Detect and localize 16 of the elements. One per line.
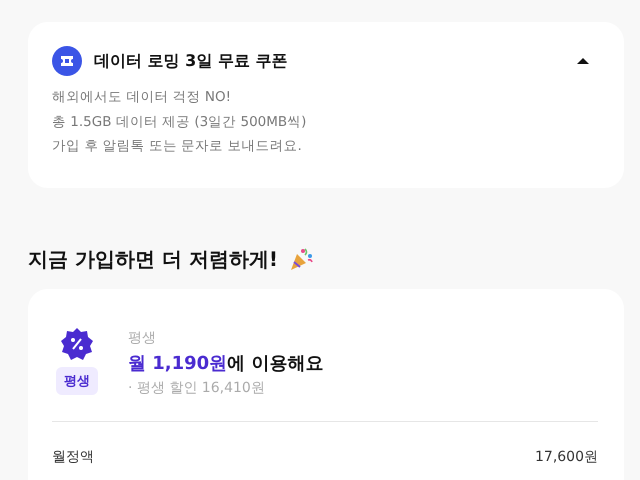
ticket-icon — [52, 46, 82, 76]
plan-label: 평생 — [128, 329, 157, 347]
fee-value: 17,600원 — [535, 448, 598, 466]
plan-tag: 평생 — [56, 367, 98, 395]
caret-icon — [576, 56, 590, 66]
coupon-description: 총 1.5GB 데이터 제공 (3일간 500MB씩) — [52, 112, 308, 132]
section-heading: 지금 가입하면 더 저렴하게! — [28, 246, 278, 272]
coupon-description: 가입 후 알림톡 또는 문자로 보내드려요. — [52, 137, 303, 156]
collapse-button[interactable] — [576, 56, 590, 66]
coupon-title: 데이터 로밍 3일 무료 쿠폰 — [94, 50, 288, 72]
fee-label: 월정액 — [52, 448, 94, 466]
monthly-price: 월 1,190원에 이용해요 — [128, 352, 324, 375]
coupon-description: 해외에서도 데이터 걱정 NO! — [52, 88, 232, 107]
discount-note: · 평생 할인 16,410원 — [128, 379, 266, 397]
party-popper-icon — [288, 246, 314, 272]
discount-badge-icon — [60, 327, 94, 361]
